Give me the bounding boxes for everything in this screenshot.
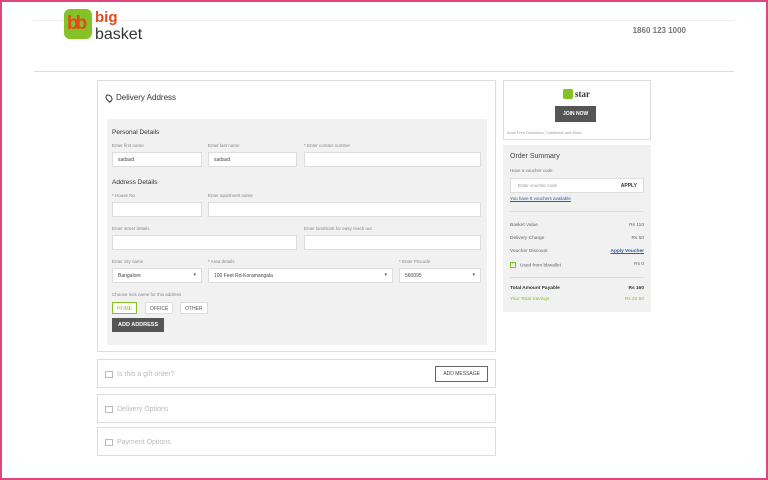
bbstar-note: Avail Free Deliveries, Cashback and More xyxy=(507,130,582,135)
street-field[interactable] xyxy=(112,235,297,250)
bbwallet-value: Rs 0 xyxy=(634,262,644,267)
delivery-address-title: Delivery Address xyxy=(116,93,177,102)
voucher-placeholder: Enter voucher code xyxy=(518,183,558,188)
house-no-label: * House No xyxy=(112,193,136,198)
location-pin-icon xyxy=(104,92,114,103)
nickname-label: Choose nick name for this address xyxy=(112,292,182,297)
street-label: Enter street details xyxy=(112,226,150,231)
calendar-icon xyxy=(105,406,113,413)
delivery-charge-value: Rs 50 xyxy=(631,236,644,241)
apartment-field[interactable] xyxy=(208,202,481,217)
basket-value-row: Basket Value Rs 110 xyxy=(510,223,644,228)
have-voucher-label: Have a voucher code xyxy=(510,168,553,173)
add-address-button[interactable]: ADD ADDRESS xyxy=(112,318,165,332)
delivery-charge-label: Delivery Charge xyxy=(510,236,545,241)
bbwallet-checkbox[interactable] xyxy=(510,261,516,268)
basket-value: Rs 110 xyxy=(629,223,644,228)
bbstar-text: star xyxy=(575,89,590,99)
apartment-label: Enter apartment name xyxy=(208,193,253,198)
bbstar-panel: star JOIN NOW Avail Free Deliveries, Cas… xyxy=(503,80,651,140)
bbwallet-row: Used from bbwallet Rs 0 xyxy=(510,261,644,269)
nickname-office-chip[interactable]: OFFICE xyxy=(145,302,174,314)
gift-order-label: Is this a gift order? xyxy=(117,371,175,378)
logo-basket-text: basket xyxy=(95,26,143,43)
bbstar-icon xyxy=(563,89,573,99)
city-select[interactable]: Bangalore xyxy=(112,268,202,283)
bbwallet-label: Used from bbwallet xyxy=(520,263,562,269)
first-name-field[interactable]: sadasd xyxy=(112,152,202,167)
order-summary-title: Order Summary xyxy=(510,153,560,160)
contact-number-field[interactable] xyxy=(304,152,481,167)
divider xyxy=(510,211,644,212)
payment-options-label: Payment Options xyxy=(117,439,171,446)
basket-value-label: Basket Value xyxy=(510,223,538,228)
city-value: Bangalore xyxy=(118,273,141,279)
order-summary-panel: Order Summary Have a voucher code Enter … xyxy=(503,145,651,312)
gift-order-section[interactable]: Is this a gift order? ADD MESSAGE xyxy=(97,359,496,388)
area-select[interactable]: 100 Feet Rd-Koramangala xyxy=(208,268,393,283)
logo-big-text: big xyxy=(95,9,118,26)
total-payable-row: Total Amount Payable Rs 160 xyxy=(510,286,644,291)
house-no-field[interactable] xyxy=(112,202,202,217)
bbstar-logo: star xyxy=(563,89,590,99)
pincode-value: 560095 xyxy=(405,273,422,279)
area-label: * Area details xyxy=(208,259,235,264)
contact-label: * Enter contact number xyxy=(304,143,351,148)
apply-voucher-link[interactable]: Apply Voucher xyxy=(611,249,645,254)
address-details-heading: Address Details xyxy=(112,179,158,186)
total-savings-row: Your Total Savings Rs 22.50 xyxy=(510,297,644,302)
apply-voucher-button[interactable]: APPLY xyxy=(621,183,637,189)
delivery-options-section[interactable]: Delivery Options xyxy=(97,394,496,423)
delivery-options-label: Delivery Options xyxy=(117,406,169,413)
phone-number: 1860 123 1000 xyxy=(632,26,686,35)
nickname-home-chip[interactable]: HOME xyxy=(112,302,137,314)
voucher-discount-row: Voucher Discount Apply Voucher xyxy=(510,249,644,254)
last-name-label: Enter last name xyxy=(208,143,240,148)
add-message-button[interactable]: ADD MESSAGE xyxy=(435,366,488,382)
area-value: 100 Feet Rd-Koramangala xyxy=(214,273,273,279)
total-savings-value: Rs 22.50 xyxy=(624,297,644,302)
divider xyxy=(510,277,644,278)
logo-icon: bb xyxy=(64,9,92,39)
city-label: Enter city name xyxy=(112,259,144,264)
total-savings-label: Your Total Savings xyxy=(510,297,550,302)
payment-options-section[interactable]: Payment Options xyxy=(97,427,496,456)
card-icon xyxy=(105,439,113,446)
address-form: Personal Details Enter first name sadasd… xyxy=(107,119,487,345)
bigbasket-logo[interactable]: bb big basket xyxy=(64,9,142,44)
gift-icon xyxy=(105,371,113,378)
pincode-select[interactable]: 560095 xyxy=(399,268,481,283)
nickname-other-chip[interactable]: OTHER xyxy=(180,302,208,314)
last-name-field[interactable]: sadasd xyxy=(208,152,297,167)
personal-details-heading: Personal Details xyxy=(112,129,160,136)
voucher-discount-label: Voucher Discount xyxy=(510,249,548,254)
landmark-label: Enter landmark for easy reach out xyxy=(304,226,372,231)
total-payable-value: Rs 160 xyxy=(628,286,644,291)
delivery-address-panel: Delivery Address Personal Details Enter … xyxy=(97,80,496,352)
voucher-input[interactable]: Enter voucher code APPLY xyxy=(510,178,644,193)
pincode-label: * Enter Pincode xyxy=(399,259,431,264)
first-name-label: Enter first name xyxy=(112,143,144,148)
total-payable-label: Total Amount Payable xyxy=(510,286,560,291)
join-now-button[interactable]: JOIN NOW xyxy=(555,106,597,122)
delivery-charge-row: Delivery Charge Rs 50 xyxy=(510,236,644,241)
landmark-field[interactable] xyxy=(304,235,481,250)
vouchers-available-link[interactable]: You have 8 vouchers available xyxy=(510,196,571,201)
